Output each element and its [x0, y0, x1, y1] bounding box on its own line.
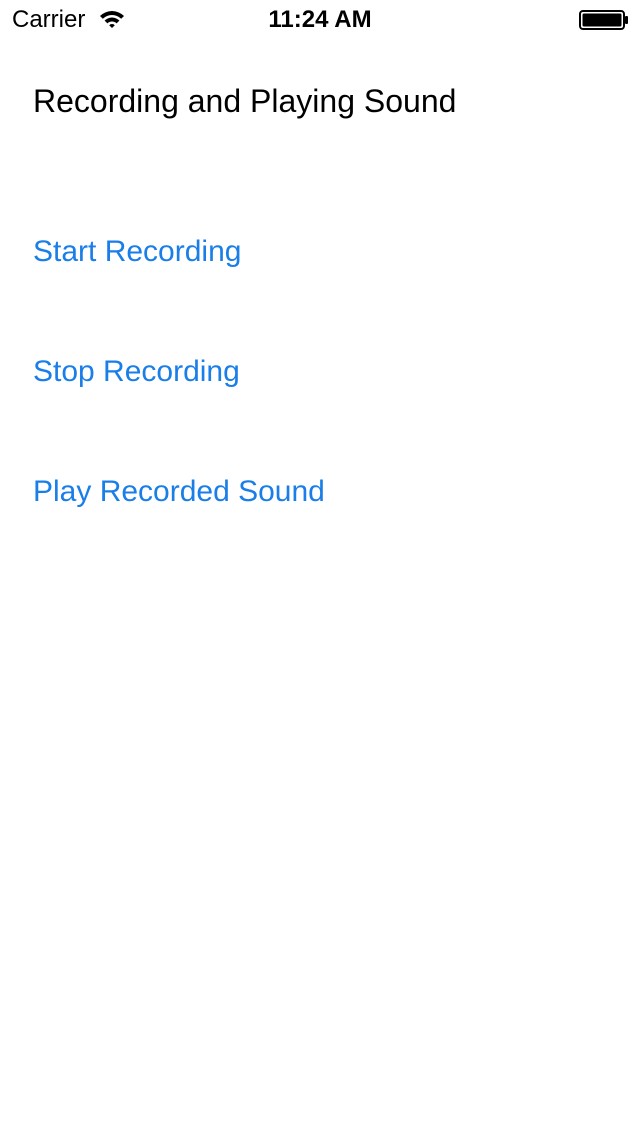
stop-recording-button[interactable]: Stop Recording [33, 354, 240, 390]
battery-icon [579, 10, 628, 30]
app-screen: Carrier 11:24 AM Recording and Playing S… [0, 0, 640, 1136]
status-bar: Carrier 11:24 AM [0, 0, 640, 40]
page-title: Recording and Playing Sound [33, 83, 457, 119]
play-recorded-sound-button[interactable]: Play Recorded Sound [33, 474, 325, 510]
status-time: 11:24 AM [268, 6, 372, 33]
start-recording-button[interactable]: Start Recording [33, 234, 241, 270]
